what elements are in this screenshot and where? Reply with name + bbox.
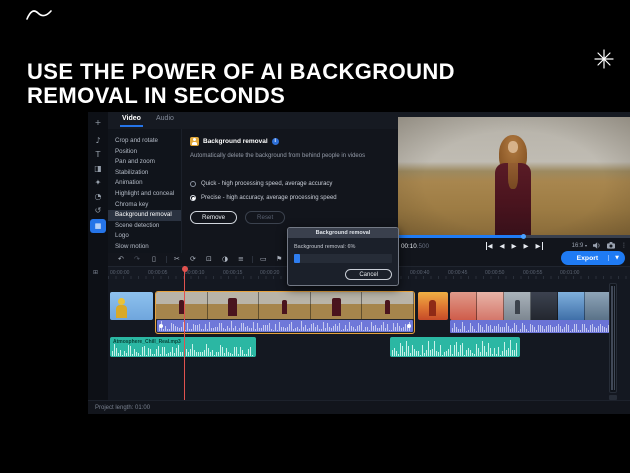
precise-radio-label: Precise - high accuracy, average process…: [201, 195, 337, 201]
decorative-squiggle-icon: [25, 5, 53, 23]
seek-handle[interactable]: [521, 234, 526, 239]
quick-radio-label: Quick - high processing speed, average a…: [201, 181, 332, 187]
ruler-label: 00:00:20: [260, 270, 279, 276]
transitions-icon[interactable]: ◨: [88, 162, 108, 175]
step-forward-icon[interactable]: ▶: [524, 242, 529, 250]
video-clip-4[interactable]: [450, 292, 612, 320]
cancel-button[interactable]: Cancel: [345, 269, 392, 280]
clip-left-handle[interactable]: [159, 324, 163, 328]
ruler-label: 00:00:05: [148, 270, 167, 276]
sidebar-item-stabilization[interactable]: Stabilization: [108, 168, 181, 179]
redo-icon[interactable]: ↷: [134, 254, 140, 265]
more-tools-icon[interactable]: ▦: [90, 219, 106, 233]
sidebar-item-pan-and-zoom[interactable]: Pan and zoom: [108, 157, 181, 168]
tool-rail: + ♪ T ◨ ✦ ◔ ↺ ▦: [88, 112, 108, 400]
ruler-label: 00:00:15: [223, 270, 242, 276]
sidebar-item-chroma-key[interactable]: Chroma key: [108, 200, 181, 211]
clip-thumbnails: [156, 292, 414, 319]
sidebar-item-background-removal[interactable]: Background removal: [108, 210, 181, 221]
ruler-label: 00:00:10: [185, 270, 204, 276]
promo-page: USE THE POWER OF AI BACKGROUND REMOVAL I…: [0, 0, 630, 473]
filters-icon[interactable]: ◔: [88, 190, 108, 203]
next-clip-icon[interactable]: ▶: [536, 242, 543, 250]
snapshot-camera-icon[interactable]: [607, 242, 615, 249]
marker-flag-icon[interactable]: ⚑: [276, 254, 282, 265]
decorative-sparkle-icon: [594, 49, 614, 69]
ruler-label: 00:00:00: [110, 270, 129, 276]
add-media-icon[interactable]: +: [88, 116, 108, 129]
dialog-title: Background removal: [288, 228, 398, 238]
color-adjustments-icon[interactable]: ◑: [222, 254, 228, 265]
headline: USE THE POWER OF AI BACKGROUND REMOVAL I…: [27, 60, 455, 107]
background-removal-icon: [190, 137, 199, 146]
timeline-vertical-scrollbar[interactable]: [609, 283, 617, 393]
project-length-label: Project length: 01:00: [95, 405, 150, 411]
delete-icon[interactable]: ▯: [152, 254, 156, 265]
reset-button[interactable]: Reset: [245, 211, 285, 224]
video-clip-2-selected[interactable]: [155, 291, 415, 334]
panel-description: Automatically delete the background from…: [190, 153, 395, 159]
sidebar-item-animation[interactable]: Animation: [108, 178, 181, 189]
volume-icon[interactable]: [593, 242, 601, 249]
ruler-label: 00:01:00: [560, 270, 579, 276]
split-scissors-icon[interactable]: ✂: [174, 254, 180, 265]
sidebar-item-highlight-and-conceal[interactable]: Highlight and conceal: [108, 189, 181, 200]
clip-properties-icon[interactable]: ≡: [238, 254, 244, 265]
progress-bar: [294, 254, 392, 263]
sidebar-item-slow-motion[interactable]: Slow motion: [108, 242, 181, 253]
animation-icon[interactable]: ↺: [88, 204, 108, 217]
headline-line2: REMOVAL IN SECONDS: [27, 84, 455, 108]
headline-line1: USE THE POWER OF AI BACKGROUND: [27, 60, 455, 84]
sidebar-item-logo[interactable]: Logo: [108, 231, 181, 242]
preview-subject: [499, 135, 527, 173]
seek-bar[interactable]: [398, 235, 630, 238]
audio-clip-2[interactable]: [390, 337, 520, 357]
add-track-icon[interactable]: ⊞: [93, 269, 98, 276]
ruler-label: 00:00:50: [485, 270, 504, 276]
background-removal-progress-dialog: Background removal Background removal: 6…: [287, 227, 399, 286]
linked-audio-waveform: [450, 320, 612, 333]
tab-audio[interactable]: Audio: [156, 115, 174, 122]
play-icon[interactable]: ▶: [512, 242, 517, 250]
record-icon[interactable]: ▭: [260, 254, 267, 265]
audio-clip-atmosphere[interactable]: Atmosphere_Chill_Real.mp3: [110, 337, 256, 357]
crop-icon[interactable]: ⊡: [206, 254, 212, 265]
remove-button[interactable]: Remove: [190, 211, 237, 224]
titles-icon[interactable]: T: [88, 148, 108, 161]
video-preview: [398, 117, 630, 235]
export-button[interactable]: Export ▼: [561, 251, 625, 265]
playhead[interactable]: [184, 266, 185, 400]
export-options-caret-icon[interactable]: ▼: [608, 255, 625, 261]
linked-audio-waveform: [157, 320, 413, 332]
clip-thumbnails: [450, 292, 612, 320]
step-back-icon[interactable]: ◀: [500, 242, 505, 250]
stickers-icon[interactable]: ✦: [88, 176, 108, 189]
precise-radio[interactable]: [190, 195, 196, 201]
video-clip-1[interactable]: [110, 292, 153, 320]
sidebar-item-scene-detection[interactable]: Scene detection: [108, 221, 181, 232]
tab-video[interactable]: Video: [122, 115, 141, 122]
info-icon[interactable]: i: [272, 138, 279, 145]
preview-menu-icon[interactable]: ⋮: [621, 242, 627, 249]
aspect-ratio-select[interactable]: 16:9 ▾: [572, 243, 587, 249]
sidebar-item-position[interactable]: Position: [108, 147, 181, 158]
music-icon[interactable]: ♪: [88, 134, 108, 147]
undo-icon[interactable]: ↶: [118, 254, 124, 265]
panel-title: Background removal: [203, 138, 268, 145]
dialog-status-text: Background removal: 6%: [294, 244, 355, 250]
previous-clip-icon[interactable]: ◀: [486, 242, 493, 250]
audio-clip-label: Atmosphere_Chill_Real.mp3: [113, 339, 181, 345]
clip-right-handle[interactable]: [407, 324, 411, 328]
ruler-label: 00:00:45: [448, 270, 467, 276]
ruler-label: 00:00:40: [410, 270, 429, 276]
quick-radio[interactable]: [190, 181, 196, 187]
ruler-label: 00:00:55: [523, 270, 542, 276]
status-bar: Project length: 01:00: [88, 400, 630, 414]
video-clip-3[interactable]: [418, 292, 448, 320]
rotate-icon[interactable]: ⟳: [190, 254, 196, 265]
sidebar-item-crop-and-rotate[interactable]: Crop and rotate: [108, 136, 181, 147]
timeline[interactable]: ▣ ⇅ ♪ ⇅: [88, 279, 630, 400]
